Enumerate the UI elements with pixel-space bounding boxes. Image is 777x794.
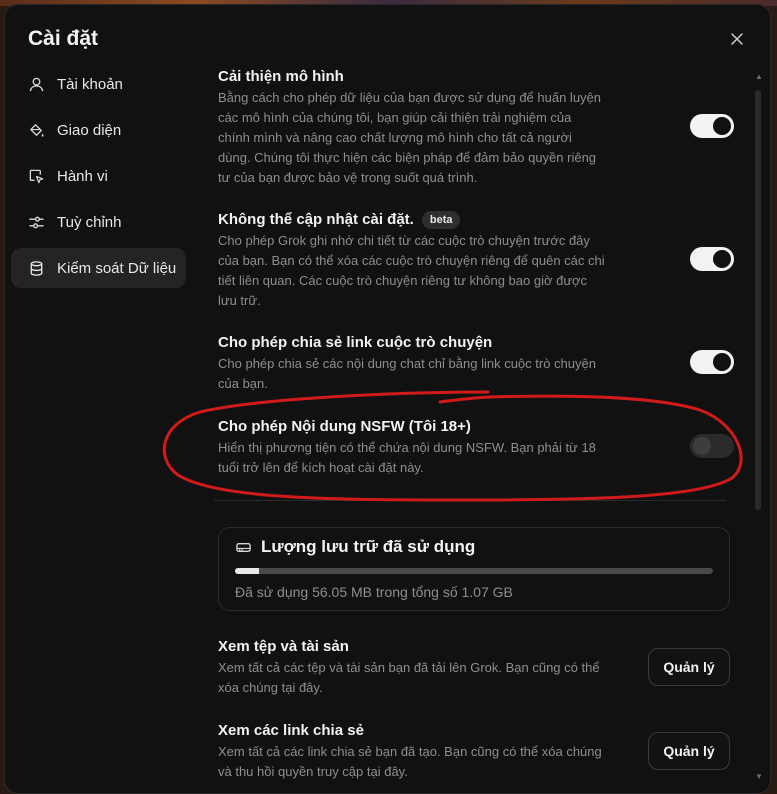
beta-badge: beta: [421, 211, 461, 229]
manage-files-description: Xem tất cả các tệp và tài sản bạn đã tải…: [218, 660, 600, 695]
memory-toggle[interactable]: [690, 247, 734, 271]
nsfw-toggle[interactable]: [690, 434, 734, 458]
setting-nsfw: Cho phép Nội dung NSFW (Tôi 18+) Hiển th…: [218, 417, 734, 478]
toggle-knob: [713, 250, 731, 268]
setting-share-links: Cho phép chia sẻ link cuộc trò chuyện Ch…: [218, 333, 734, 394]
setting-title: Không thể cập nhật cài đặt.: [218, 211, 414, 228]
storage-usage-fill: [235, 568, 260, 574]
close-button[interactable]: [727, 29, 747, 49]
sidebar-item-label: Giao diện: [57, 121, 122, 139]
storage-header: Lượng lưu trữ đã sử dụng: [235, 537, 475, 557]
database-icon: [27, 259, 45, 277]
settings-sidebar: Tài khoản Giao diện Hành vi Tuỳ chỉnh Ki…: [11, 64, 186, 294]
sidebar-item-appearance[interactable]: Giao diện: [11, 110, 186, 150]
storage-title: Lượng lưu trữ đã sử dụng: [261, 537, 476, 556]
dialog-title: Cài đặt: [28, 27, 99, 50]
sidebar-item-data-controls[interactable]: Kiểm soát Dữ liệu: [11, 248, 186, 288]
manage-links-button[interactable]: Quản lý: [648, 732, 730, 770]
scrollbar-thumb[interactable]: [755, 90, 761, 510]
storage-usage-bar: [235, 568, 713, 574]
sidebar-item-label: Tài khoản: [57, 75, 123, 93]
setting-title: Cải thiện mô hình: [218, 68, 344, 85]
close-icon: [731, 33, 743, 45]
toggle-knob: [713, 117, 731, 135]
sidebar-item-behavior[interactable]: Hành vi: [11, 156, 186, 196]
manage-links-description: Xem tất cả các link chia sẻ bạn đã tạo. …: [218, 744, 602, 779]
setting-memory: Không thể cập nhật cài đặt. beta Cho phé…: [218, 210, 734, 311]
scroll-up-arrow[interactable]: ▲: [754, 72, 764, 81]
paint-bucket-icon: [27, 121, 45, 139]
section-divider: [214, 500, 726, 501]
sidebar-item-label: Kiểm soát Dữ liệu: [57, 259, 177, 277]
setting-title: Cho phép Nội dung NSFW (Tôi 18+): [218, 418, 471, 435]
user-icon: [27, 75, 45, 93]
setting-description: Cho phép Grok ghi nhớ chi tiết từ các cu…: [218, 233, 605, 308]
hard-drive-icon: [235, 538, 253, 556]
setting-description: Bằng cách cho phép dữ liệu của bạn được …: [218, 90, 602, 185]
setting-title: Cho phép chia sẻ link cuộc trò chuyện: [218, 334, 493, 351]
setting-description: Cho phép chia sẻ các nội dung chat chỉ b…: [218, 356, 596, 391]
storage-card: Lượng lưu trữ đã sử dụng Đã sử dụng 56.0…: [218, 527, 730, 611]
toggle-knob: [693, 437, 711, 455]
storage-usage-text: Đã sử dụng 56.05 MB trong tổng số 1.07 G…: [235, 584, 513, 600]
sidebar-item-label: Tuỳ chỉnh: [57, 213, 122, 231]
sidebar-item-account[interactable]: Tài khoản: [11, 64, 186, 104]
toggle-knob: [713, 353, 731, 371]
manage-files-button[interactable]: Quản lý: [648, 648, 730, 686]
setting-title-row: Không thể cập nhật cài đặt. beta: [218, 210, 730, 230]
manage-files-row: Xem tệp và tài sản Xem tất cả các tệp và…: [218, 637, 730, 698]
sidebar-item-customize[interactable]: Tuỳ chỉnh: [11, 202, 186, 242]
setting-improve-model: Cải thiện mô hình Bằng cách cho phép dữ …: [218, 67, 734, 188]
cursor-icon: [27, 167, 45, 185]
improve-model-toggle[interactable]: [690, 114, 734, 138]
sliders-icon: [27, 213, 45, 231]
scroll-down-arrow[interactable]: ▼: [754, 772, 764, 781]
share-links-toggle[interactable]: [690, 350, 734, 374]
manage-share-links-row: Xem các link chia sẻ Xem tất cả các link…: [218, 721, 730, 782]
setting-description: Hiển thị phương tiện có thể chứa nội dun…: [218, 440, 596, 475]
sidebar-item-label: Hành vi: [57, 167, 108, 185]
